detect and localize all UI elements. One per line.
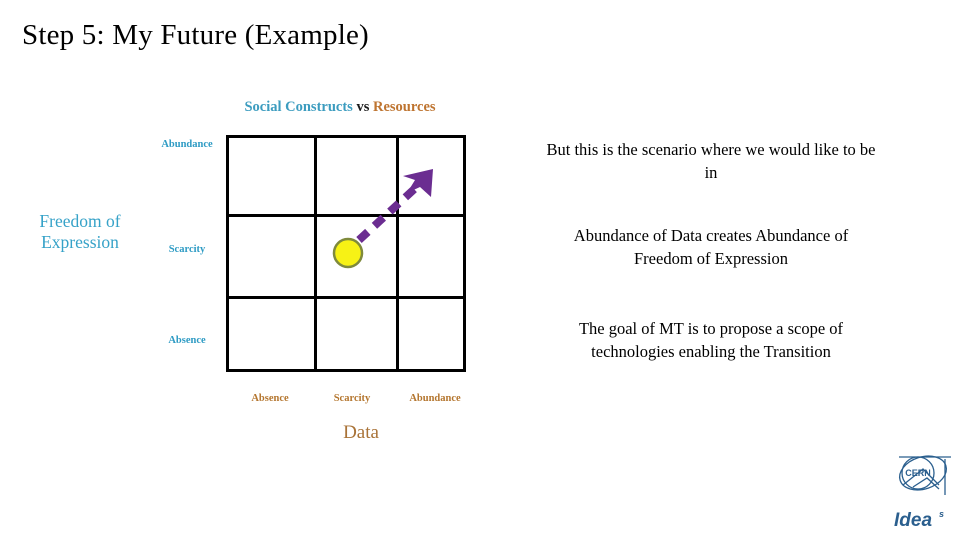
- ideas-logo-icon: Idea s: [894, 509, 944, 531]
- grid-vline-1: [314, 138, 317, 369]
- y-tick-scarcity: Scarcity: [168, 244, 206, 255]
- x-axis-title: Data: [343, 422, 379, 443]
- y-axis-title: Freedom of Expression: [39, 211, 121, 252]
- chart-title-resources: Resources: [372, 99, 436, 115]
- chart-title: Social Constructs vs Resources: [180, 98, 500, 116]
- ideas-logo: Idea s: [893, 505, 955, 533]
- cern-logo-icon: CERN: [898, 455, 951, 495]
- x-tick-abundance: Abundance: [409, 393, 461, 404]
- matrix-grid: [226, 135, 466, 372]
- note-abundance: Abundance of Data creates Abundance of F…: [573, 226, 849, 268]
- slide-canvas: Step 5: My Future (Example) Social Const…: [0, 0, 960, 540]
- grid-vline-2: [396, 138, 399, 369]
- y-tick-abundance: Abundance: [161, 139, 213, 150]
- chart-title-social-constructs: Social Constructs: [244, 99, 353, 115]
- y-tick-absence: Absence: [168, 335, 206, 346]
- chart-title-vs: vs: [356, 99, 370, 115]
- cern-logo-text: CERN: [905, 468, 931, 478]
- ideas-logo-text: Idea: [894, 510, 932, 531]
- grid-hline-2: [229, 296, 463, 299]
- ideas-logo-superscript: s: [939, 509, 944, 519]
- note-scenario: But this is the scenario where we would …: [546, 140, 876, 182]
- note-goal: The goal of MT is to propose a scope of …: [578, 319, 844, 361]
- matrix-chart: [226, 135, 466, 372]
- page-title: Step 5: My Future (Example): [22, 19, 369, 51]
- grid-hline-1: [229, 214, 463, 217]
